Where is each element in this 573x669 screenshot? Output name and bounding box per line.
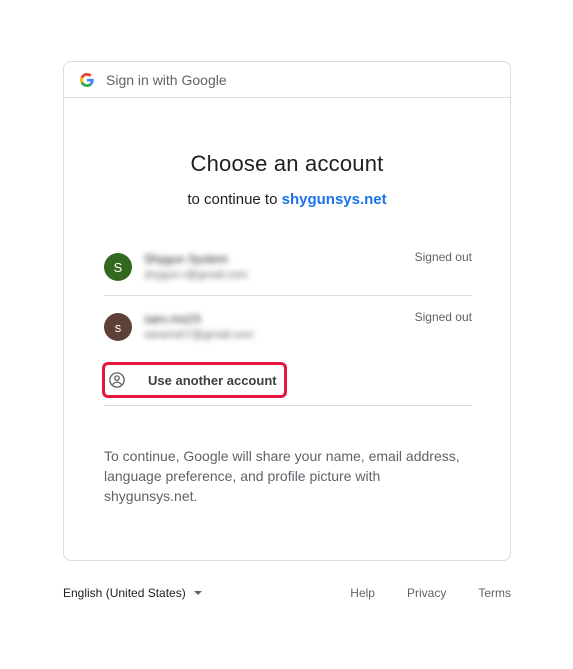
use-another-account-button[interactable]: Use another account (108, 371, 277, 389)
privacy-link[interactable]: Privacy (407, 586, 446, 600)
subtitle-prefix: to continue to (187, 191, 278, 208)
page-subtitle: to continue to shygunsys.net (64, 191, 510, 208)
site-link[interactable]: shygunsys.net (282, 191, 387, 208)
use-another-account-label: Use another account (148, 372, 277, 388)
account-email: saramsh7@gmail.com (144, 329, 254, 341)
help-link[interactable]: Help (350, 586, 375, 600)
avatar: S (104, 253, 132, 281)
avatar: s (104, 313, 132, 341)
dropdown-caret-icon (193, 591, 202, 595)
account-name: saro.ms2X (144, 312, 202, 326)
account-item[interactable]: s saro.ms2X saramsh7@gmail.com Signed ou… (104, 296, 472, 356)
account-circle-icon (109, 372, 125, 388)
account-status: Signed out (414, 250, 472, 264)
card-header: Sign in with Google (64, 62, 510, 98)
header-title: Sign in with Google (106, 71, 227, 88)
account-status: Signed out (414, 310, 472, 324)
account-email: shygun.r@gmail.com (144, 269, 248, 281)
sign-in-card: Sign in with Google Choose an account to… (63, 61, 511, 561)
language-selector[interactable]: English (United States) (63, 586, 202, 600)
footer-links: Help Privacy Terms (318, 586, 511, 600)
use-another-account-row[interactable]: Use another account (102, 356, 472, 406)
page-title: Choose an account (190, 151, 384, 176)
language-label: English (United States) (63, 586, 186, 600)
consent-info-text: To continue, Google will share your name… (104, 448, 460, 504)
account-list: S Shygun System shygun.r@gmail.com Signe… (102, 236, 472, 406)
terms-link[interactable]: Terms (478, 586, 511, 600)
google-logo-icon (80, 72, 94, 87)
account-name: Shygun System (144, 252, 229, 266)
page: Sign in with Google Choose an account to… (0, 0, 573, 669)
account-item[interactable]: S Shygun System shygun.r@gmail.com Signe… (104, 236, 472, 296)
footer: English (United States) Help Privacy Ter… (63, 586, 511, 604)
